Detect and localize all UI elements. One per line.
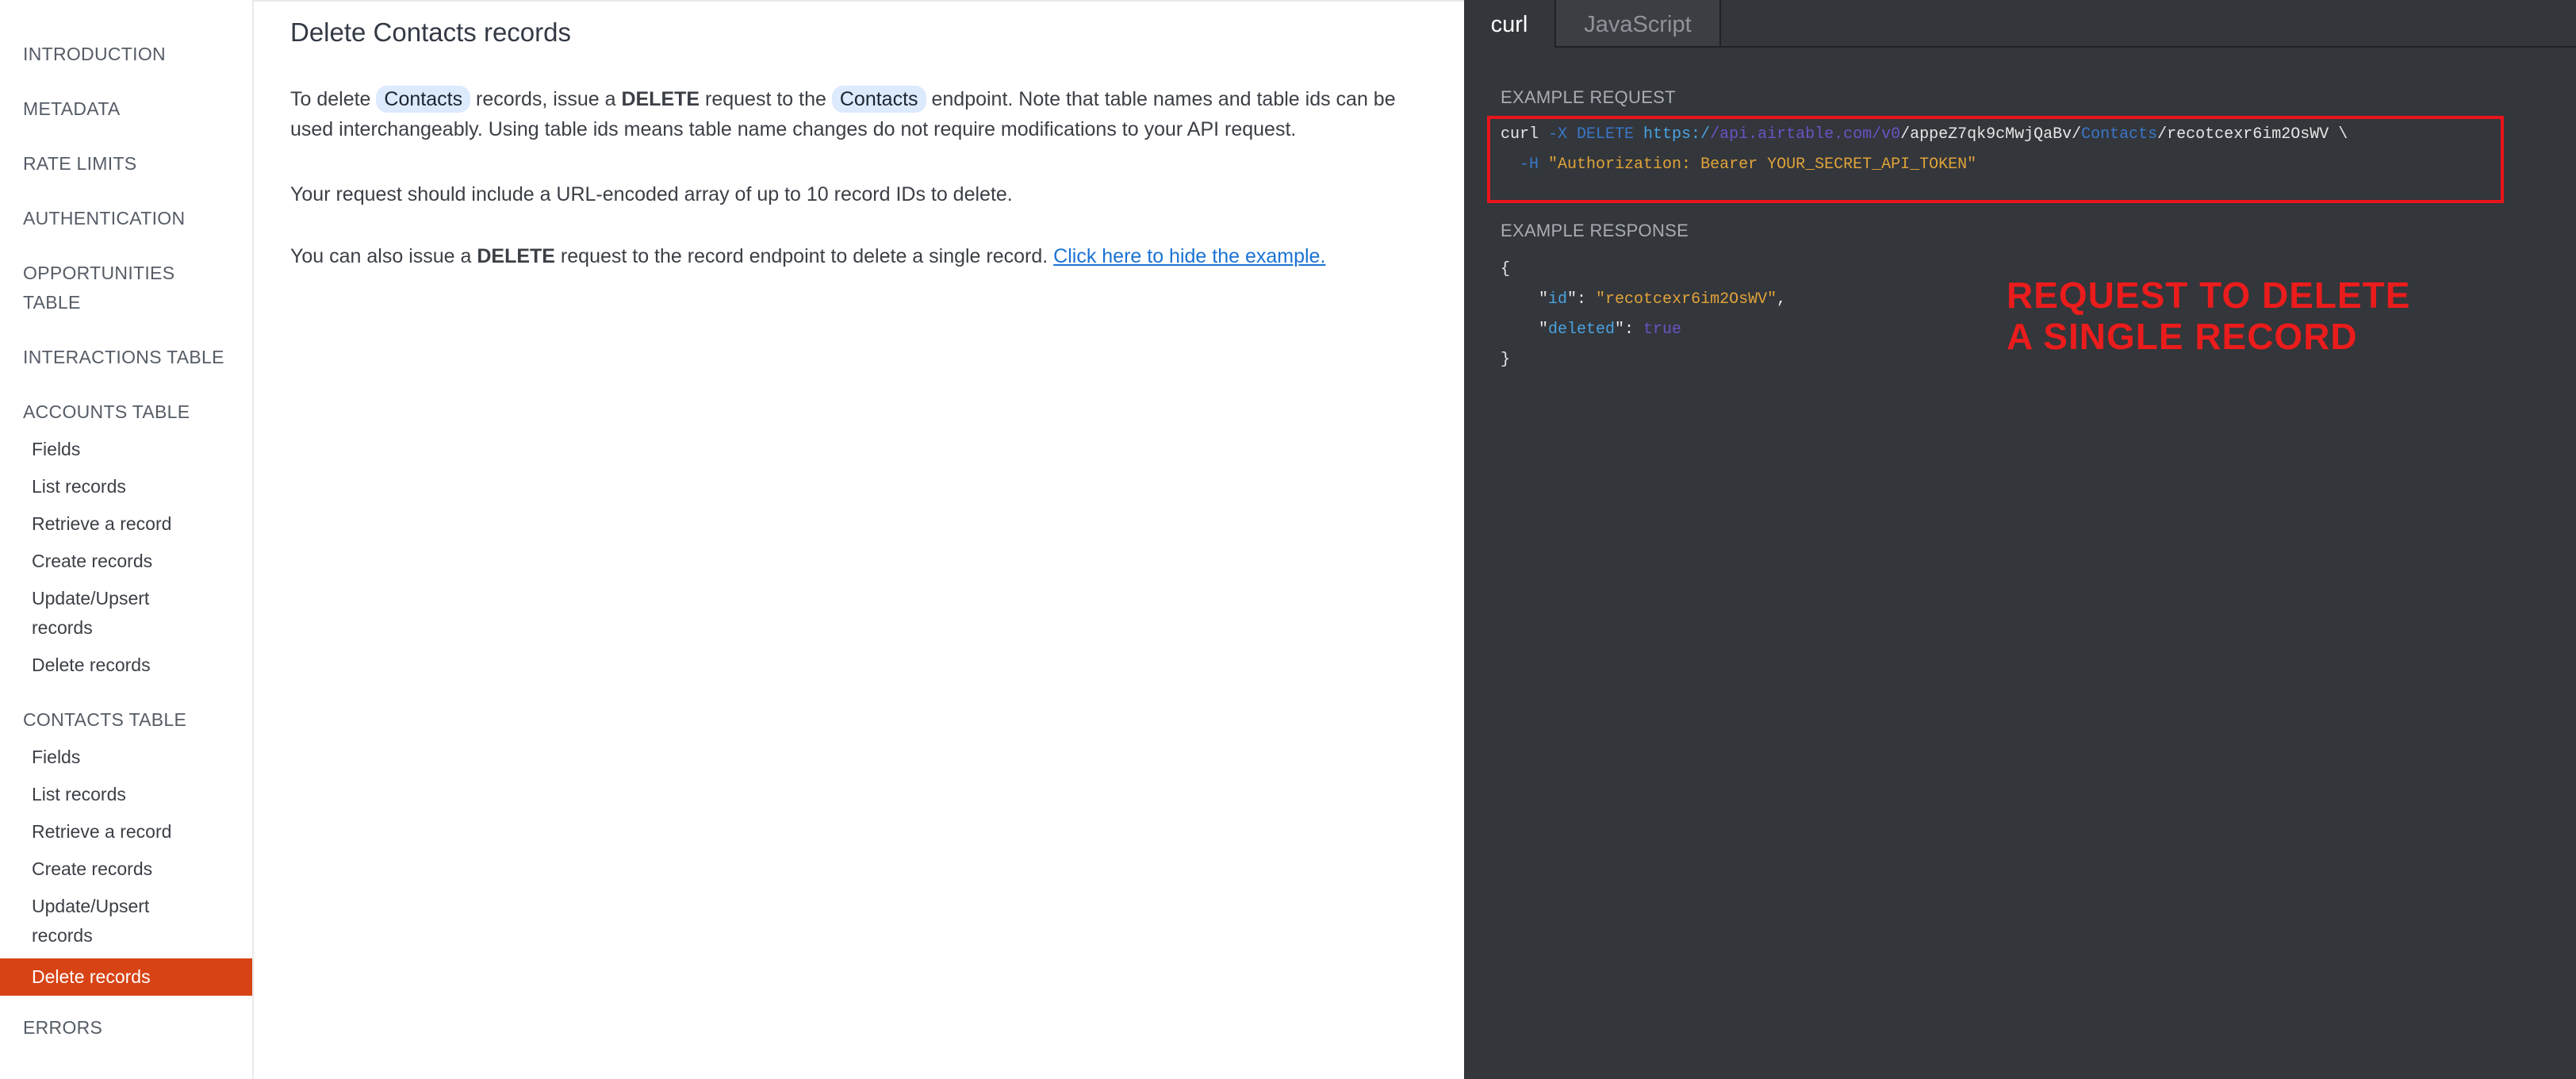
sidebar-subitem-contacts-update-upsert[interactable]: Update/Upsert records: [0, 892, 252, 950]
sidebar-item-authentication[interactable]: AUTHENTICATION: [0, 204, 252, 233]
request-highlight-box: [1487, 116, 2504, 203]
table-name-pill: Contacts: [376, 86, 471, 113]
method-bold: DELETE: [477, 245, 555, 267]
sidebar-subitem-contacts-list-records[interactable]: List records: [0, 780, 252, 809]
sidebar-list: INTRODUCTION METADATA RATE LIMITS AUTHEN…: [0, 40, 252, 1043]
response-code-block: { "id": "recotcexr6im2OsWV", "deleted": …: [1501, 260, 1787, 369]
sidebar-subitem-contacts-retrieve-record[interactable]: Retrieve a record: [0, 817, 252, 847]
example-response-label: EXAMPLE RESPONSE: [1501, 221, 1689, 240]
text-run: records, issue a: [470, 88, 622, 110]
language-tabs: curl JavaScript: [1464, 0, 2576, 48]
intro-paragraph: To delete Contacts records, issue a DELE…: [290, 84, 1440, 144]
sidebar-item-introduction[interactable]: INTRODUCTION: [0, 40, 252, 69]
sidebar-subitem-accounts-delete-records[interactable]: Delete records: [0, 651, 252, 680]
tab-curl[interactable]: curl: [1464, 0, 1556, 48]
example-request-label: EXAMPLE REQUEST: [1501, 87, 1676, 107]
sidebar-subitem-accounts-fields[interactable]: Fields: [0, 435, 252, 464]
sidebar-item-accounts-table[interactable]: ACCOUNTS TABLE: [0, 397, 252, 427]
main-content: Delete Contacts records To delete Contac…: [254, 0, 1464, 1079]
sidebar-item-label: records: [32, 925, 93, 946]
text-run: request to the: [700, 88, 832, 110]
sidebar-item-interactions-table[interactable]: INTERACTIONS TABLE: [0, 343, 252, 372]
record-ids-paragraph: Your request should include a URL-encode…: [290, 183, 1013, 205]
code-token: id: [1548, 290, 1568, 309]
sidebar-item-label: Update/Upsert: [32, 588, 150, 609]
sidebar-item-metadata[interactable]: METADATA: [0, 94, 252, 124]
sidebar-item-contacts-table[interactable]: CONTACTS TABLE: [0, 705, 252, 735]
sidebar-subitem-accounts-update-upsert[interactable]: Update/Upsert records: [0, 584, 252, 643]
code-token: }: [1501, 351, 1511, 369]
annotation-line: A SINGLE RECORD: [2007, 316, 2358, 357]
sidebar-item-label: records: [32, 617, 93, 638]
page-title: Delete Contacts records: [290, 17, 571, 47]
sidebar-subitem-accounts-list-records[interactable]: List records: [0, 472, 252, 501]
code-token: deleted: [1548, 321, 1616, 339]
hide-example-link[interactable]: Click here to hide the example.: [1053, 245, 1325, 267]
sidebar-item-label: TABLE: [23, 292, 81, 313]
sidebar-item-opportunities-table[interactable]: OPPORTUNITIES TABLE: [0, 259, 252, 317]
method-bold: DELETE: [621, 88, 700, 110]
tabs-divider: [1721, 46, 2576, 48]
annotation-line: REQUEST TO DELETE: [2007, 275, 2411, 316]
sidebar-subitem-contacts-fields[interactable]: Fields: [0, 743, 252, 772]
annotation-text: REQUEST TO DELETE A SINGLE RECORD: [2007, 275, 2410, 357]
text-run: You can also issue a: [290, 245, 477, 267]
text-run: request to the record endpoint to delete…: [554, 245, 1054, 267]
code-token: {: [1501, 260, 1511, 278]
sidebar-subitem-accounts-retrieve-record[interactable]: Retrieve a record: [0, 509, 252, 539]
sidebar-item-rate-limits[interactable]: RATE LIMITS: [0, 149, 252, 179]
tab-javascript[interactable]: JavaScript: [1556, 0, 1721, 48]
sidebar-subitem-accounts-create-records[interactable]: Create records: [0, 547, 252, 576]
sidebar-item-label: OPPORTUNITIES: [23, 263, 175, 283]
code-token: "recotcexr6im2OsWV": [1596, 290, 1777, 309]
sidebar-subitem-contacts-delete-records[interactable]: Delete records: [0, 958, 252, 996]
code-token: true: [1643, 321, 1682, 339]
sidebar-item-errors[interactable]: ERRORS: [0, 1013, 252, 1043]
code-panel: curl JavaScript EXAMPLE REQUEST curl -X …: [1464, 0, 2576, 1079]
text-run: To delete: [290, 88, 377, 110]
sidebar-nav: INTRODUCTION METADATA RATE LIMITS AUTHEN…: [0, 0, 254, 1079]
table-name-pill: Contacts: [831, 86, 926, 113]
sidebar-subitem-contacts-create-records[interactable]: Create records: [0, 854, 252, 884]
sidebar-item-label: Update/Upsert: [32, 896, 150, 916]
single-record-paragraph: You can also issue a DELETE request to t…: [290, 241, 1440, 271]
